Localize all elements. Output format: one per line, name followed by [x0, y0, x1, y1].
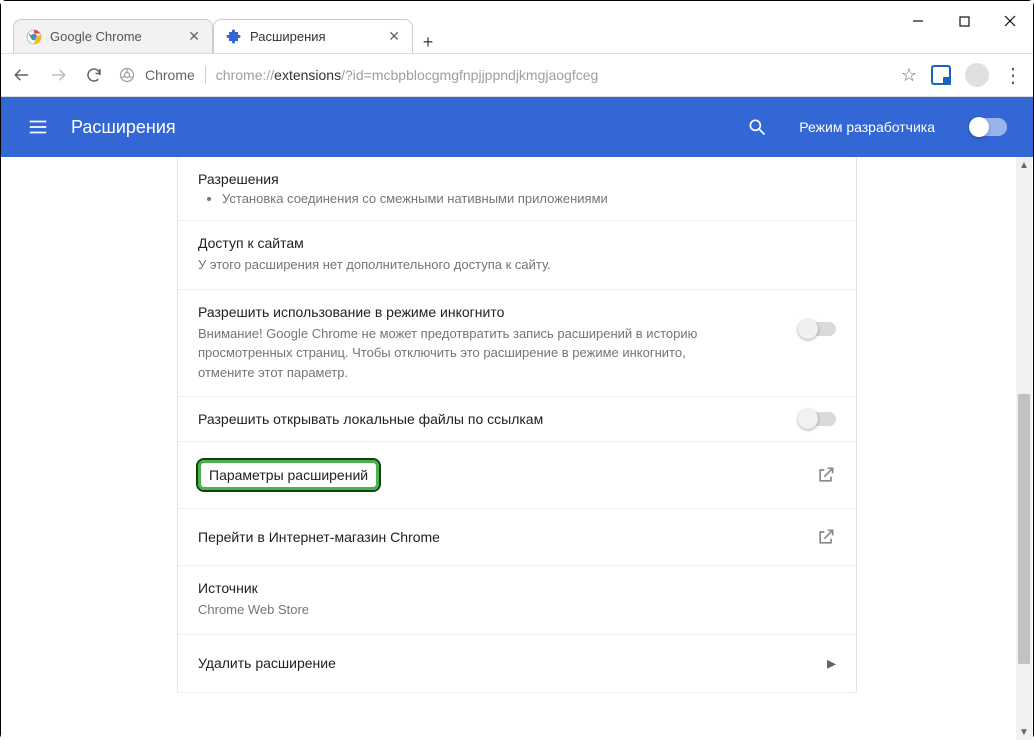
incognito-heading: Разрешить использование в режиме инкогни… — [198, 304, 780, 320]
local-files-toggle[interactable] — [800, 412, 836, 426]
url-text: chrome://extensions/?id=mcbpblocgmgfnpjj… — [216, 67, 599, 83]
tab-label: Расширения — [250, 29, 380, 44]
reload-button[interactable] — [83, 66, 105, 84]
webstore-label: Перейти в Интернет-магазин Chrome — [198, 529, 816, 545]
developer-mode-label: Режим разработчика — [799, 119, 935, 135]
close-icon[interactable]: ✕ — [388, 28, 400, 45]
scrollbar-thumb[interactable] — [1018, 394, 1030, 664]
menu-kebab-icon[interactable]: ⋮ — [1003, 63, 1023, 88]
window-maximize-button[interactable] — [941, 1, 987, 41]
source-section: Источник Chrome Web Store — [178, 566, 856, 635]
chevron-right-icon: ▸ — [827, 653, 836, 674]
back-button[interactable] — [11, 66, 33, 84]
new-tab-button[interactable]: + — [413, 32, 443, 53]
tab-extensions[interactable]: Расширения ✕ — [213, 19, 413, 53]
window-titlebar — [1, 1, 1033, 17]
open-external-icon — [816, 527, 836, 547]
forward-button[interactable] — [47, 66, 69, 84]
permission-item: Установка соединения со смежными нативны… — [222, 191, 836, 206]
remove-extension-link[interactable]: Удалить расширение ▸ — [178, 635, 856, 693]
chrome-webstore-link[interactable]: Перейти в Интернет-магазин Chrome — [178, 509, 856, 566]
profile-avatar[interactable] — [965, 63, 989, 87]
incognito-section: Разрешить использование в режиме инкогни… — [178, 290, 856, 398]
scrollbar-track[interactable] — [1016, 174, 1032, 724]
bookmark-star-icon[interactable]: ☆ — [901, 65, 917, 86]
tab-bar: Google Chrome ✕ Расширения ✕ + — [1, 17, 1033, 53]
close-icon[interactable]: ✕ — [188, 28, 200, 45]
window-minimize-button[interactable] — [895, 1, 941, 41]
extension-options-link[interactable]: Параметры расширений — [178, 442, 856, 509]
chrome-page-icon — [119, 67, 135, 83]
open-external-icon — [816, 465, 836, 485]
extensions-header: Расширения Режим разработчика — [1, 97, 1033, 157]
page-title: Расширения — [71, 117, 725, 138]
extension-options-label: Параметры расширений — [198, 460, 379, 490]
address-bar: Chrome chrome://extensions/?id=mcbpblocg… — [1, 53, 1033, 97]
incognito-text: Внимание! Google Chrome не может предотв… — [198, 324, 718, 383]
extension-detail-card: Разрешения Установка соединения со смежн… — [177, 157, 857, 693]
vertical-scrollbar[interactable]: ▲ ▼ — [1016, 157, 1032, 740]
hamburger-menu-icon[interactable] — [27, 116, 49, 138]
remove-label: Удалить расширение — [198, 655, 827, 671]
local-files-section: Разрешить открывать локальные файлы по с… — [178, 397, 856, 442]
search-icon[interactable] — [747, 117, 767, 137]
source-text: Chrome Web Store — [198, 600, 836, 620]
tab-label: Google Chrome — [50, 29, 180, 44]
chrome-label: Chrome — [145, 67, 195, 83]
window-close-button[interactable] — [987, 1, 1033, 41]
permissions-section: Разрешения Установка соединения со смежн… — [178, 157, 856, 221]
site-access-section: Доступ к сайтам У этого расширения нет д… — [178, 221, 856, 290]
permissions-heading: Разрешения — [198, 171, 836, 187]
tab-google-chrome[interactable]: Google Chrome ✕ — [13, 19, 213, 53]
site-access-heading: Доступ к сайтам — [198, 235, 836, 251]
puzzle-favicon-icon — [226, 29, 242, 45]
source-heading: Источник — [198, 580, 836, 596]
chrome-favicon-icon — [26, 29, 42, 45]
extension-toolbar-icon[interactable] — [931, 65, 951, 85]
developer-mode-toggle[interactable] — [971, 118, 1007, 136]
scroll-down-arrow-icon[interactable]: ▼ — [1019, 724, 1029, 740]
local-files-heading: Разрешить открывать локальные файлы по с… — [198, 411, 800, 427]
scroll-up-arrow-icon[interactable]: ▲ — [1019, 157, 1029, 174]
separator — [205, 66, 206, 84]
incognito-toggle[interactable] — [800, 322, 836, 336]
omnibox[interactable]: Chrome chrome://extensions/?id=mcbpblocg… — [119, 66, 887, 84]
site-access-text: У этого расширения нет дополнительного д… — [198, 255, 836, 275]
